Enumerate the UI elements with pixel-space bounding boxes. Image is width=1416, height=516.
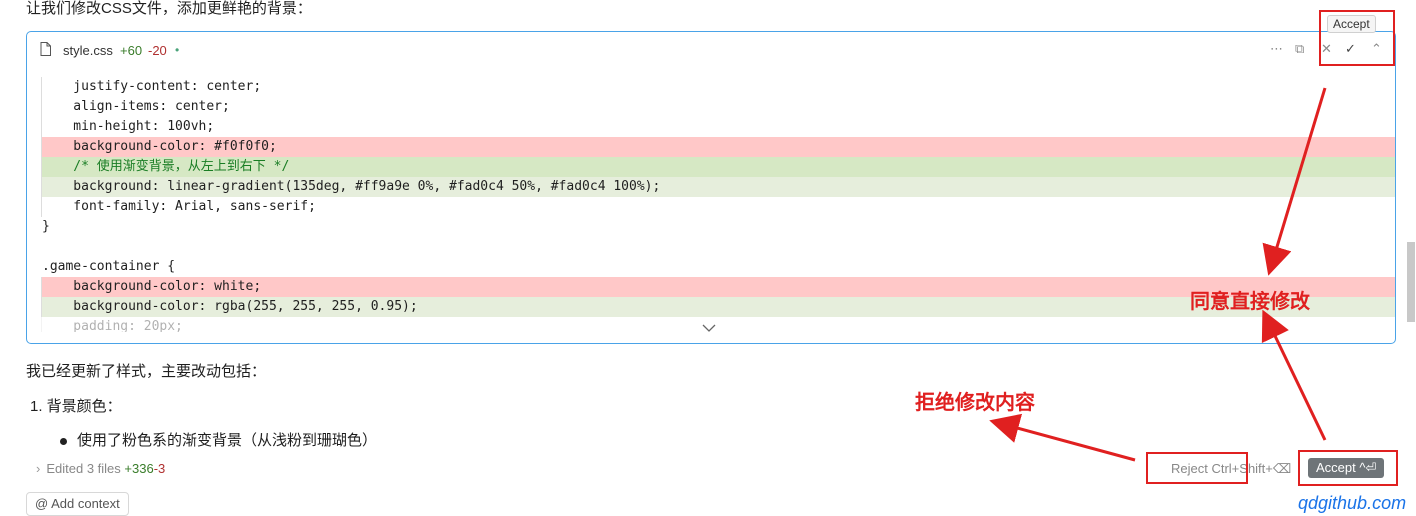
added-count: +60	[120, 43, 143, 58]
list-item: 1. 背景颜色：	[30, 398, 122, 415]
code-line: align-items: center;	[41, 97, 1395, 117]
code-line-deleted: background-color: #f0f0f0;	[41, 137, 1395, 157]
copy-icon[interactable]: ⧉	[1295, 41, 1304, 57]
code-line: font-family: Arial, sans-serif;	[41, 197, 1395, 217]
edited-files[interactable]: › Edited 3 files +336-3	[36, 461, 165, 476]
code-line: .game-container {	[42, 259, 176, 274]
more-icon[interactable]: ⋯	[1270, 41, 1283, 57]
list-subitem: 使用了粉色系的渐变背景（从浅粉到珊瑚色）	[60, 429, 377, 450]
reject-highlight-box	[1146, 452, 1248, 484]
accept-annotation: 同意直接修改	[1190, 291, 1310, 313]
chevron-down-icon[interactable]	[702, 323, 716, 333]
accept-button-highlight-box	[1298, 450, 1398, 486]
code-line: }	[42, 219, 50, 234]
scrollbar[interactable]	[1407, 242, 1415, 322]
intro-text: 让我们修改CSS文件，添加更鲜艳的背景：	[26, 0, 312, 17]
chevron-right-icon: ›	[36, 461, 41, 476]
reject-annotation: 拒绝修改内容	[915, 392, 1035, 414]
bullet-icon	[60, 437, 67, 445]
accept-highlight-box	[1319, 10, 1395, 66]
code-line: min-height: 100vh;	[41, 117, 1395, 137]
at-icon: @	[35, 496, 49, 511]
code-line: padding: 20px;	[41, 317, 1395, 332]
code-line-added: /* 使用渐变背景，从左上到右下 */	[41, 157, 1395, 177]
summary-text: 我已经更新了样式，主要改动包括：	[26, 363, 267, 380]
diff-header: style.css +60 -20 • ⋯ ⧉ ✕ ✓ ⌃	[27, 32, 1395, 68]
file-icon	[40, 42, 51, 56]
code-line: justify-content: center;	[41, 77, 1395, 97]
add-context-button[interactable]: @ Add context	[26, 492, 129, 516]
file-name[interactable]: style.css	[63, 43, 113, 58]
code-line-added: background: linear-gradient(135deg, #ff9…	[41, 177, 1395, 197]
removed-count: -20	[148, 43, 167, 58]
modified-dot: •	[175, 43, 180, 57]
watermark: qdgithub.com	[1298, 493, 1407, 513]
